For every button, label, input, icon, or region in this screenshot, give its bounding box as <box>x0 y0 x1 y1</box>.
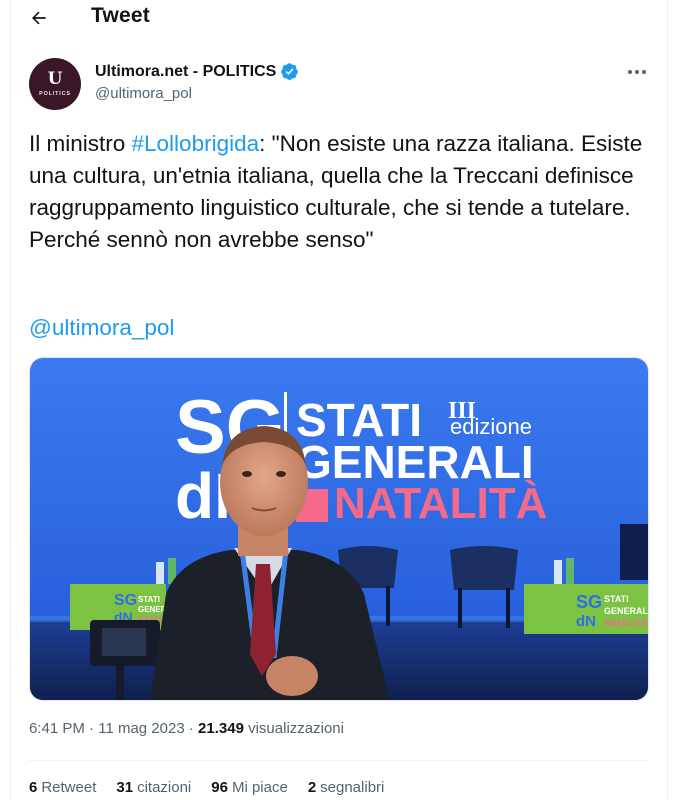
tweet-text-before: Il ministro <box>29 131 132 156</box>
more-options-button[interactable] <box>623 62 651 82</box>
engagement-stats: 6 Retweet 31 citazioni 96 Mi piace 2 segnali… <box>29 779 384 796</box>
meta-separator: · <box>84 720 99 737</box>
podium-right-dn: dN <box>576 613 596 630</box>
author-handle[interactable]: @ultimora_pol <box>95 85 299 102</box>
retweets-count: 6 <box>29 779 38 796</box>
hashtag-link[interactable]: #Lollobrigida <box>132 131 260 156</box>
likes-count: 96 <box>211 779 228 796</box>
tweet-text: Il ministro #Lollobrigida: "Non esiste u… <box>29 128 649 256</box>
author-name-row: Ultimora.net - POLITICS <box>95 62 299 81</box>
verified-badge-icon <box>281 63 299 80</box>
top-bar: Tweet <box>11 0 667 36</box>
divider <box>29 760 649 761</box>
avatar-logo-glyph: U <box>47 69 63 89</box>
quotes-stat[interactable]: 31 citazioni <box>116 779 191 796</box>
bookmarks-label: segnalibri <box>320 779 385 796</box>
retweets-stat[interactable]: 6 Retweet <box>29 779 96 796</box>
avatar-logo-label: POLITICS <box>39 91 71 97</box>
quotes-label: citazioni <box>137 779 192 796</box>
podium-right-natalita: NATALITÀ <box>604 618 648 628</box>
views-count: 21.349 <box>198 720 244 737</box>
tweet-detail-column: Tweet U POLITICS Ultimora.net - POLITICS… <box>10 0 668 800</box>
podium-right-generali: GENERALI <box>604 606 649 616</box>
tweet-metadata: 6:41 PM · 11 mag 2023 · 21.349 visualizz… <box>29 720 344 737</box>
retweets-label: Retweet <box>41 779 97 796</box>
views-label: visualizzazioni <box>248 720 344 737</box>
tweet-date[interactable]: 11 mag 2023 <box>98 720 184 737</box>
photo-scene: SG dN STATI III edizione GENERALI NATALI… <box>30 358 649 700</box>
author-name[interactable]: Ultimora.net - POLITICS <box>95 63 276 81</box>
back-button[interactable] <box>27 6 51 30</box>
meta-separator: · <box>184 720 199 737</box>
tweet-time[interactable]: 6:41 PM <box>29 720 85 737</box>
podium-left-sg: SG <box>114 592 137 609</box>
more-horizontal-icon <box>628 70 646 74</box>
podium-left-stati: STATI <box>138 595 160 604</box>
quotes-count: 31 <box>116 779 134 796</box>
bookmarks-stat[interactable]: 2 segnalibri <box>308 779 385 796</box>
mention-link[interactable]: @ultimora_pol <box>29 312 174 344</box>
likes-label: Mi piace <box>231 779 288 796</box>
sign-natalita: NATALITÀ <box>334 478 547 528</box>
bookmarks-count: 2 <box>307 779 317 796</box>
likes-stat[interactable]: 96 Mi piace <box>211 779 288 796</box>
podium-right-stati: STATI <box>604 594 629 604</box>
tweet-photo[interactable]: SG dN STATI III edizione GENERALI NATALI… <box>29 357 649 701</box>
page-title: Tweet <box>91 4 150 27</box>
podium-right-sg: SG <box>576 592 602 612</box>
arrow-left-icon <box>32 11 46 25</box>
avatar[interactable]: U POLITICS <box>29 58 81 110</box>
author-block: Ultimora.net - POLITICS @ultimora_pol <box>95 62 299 102</box>
